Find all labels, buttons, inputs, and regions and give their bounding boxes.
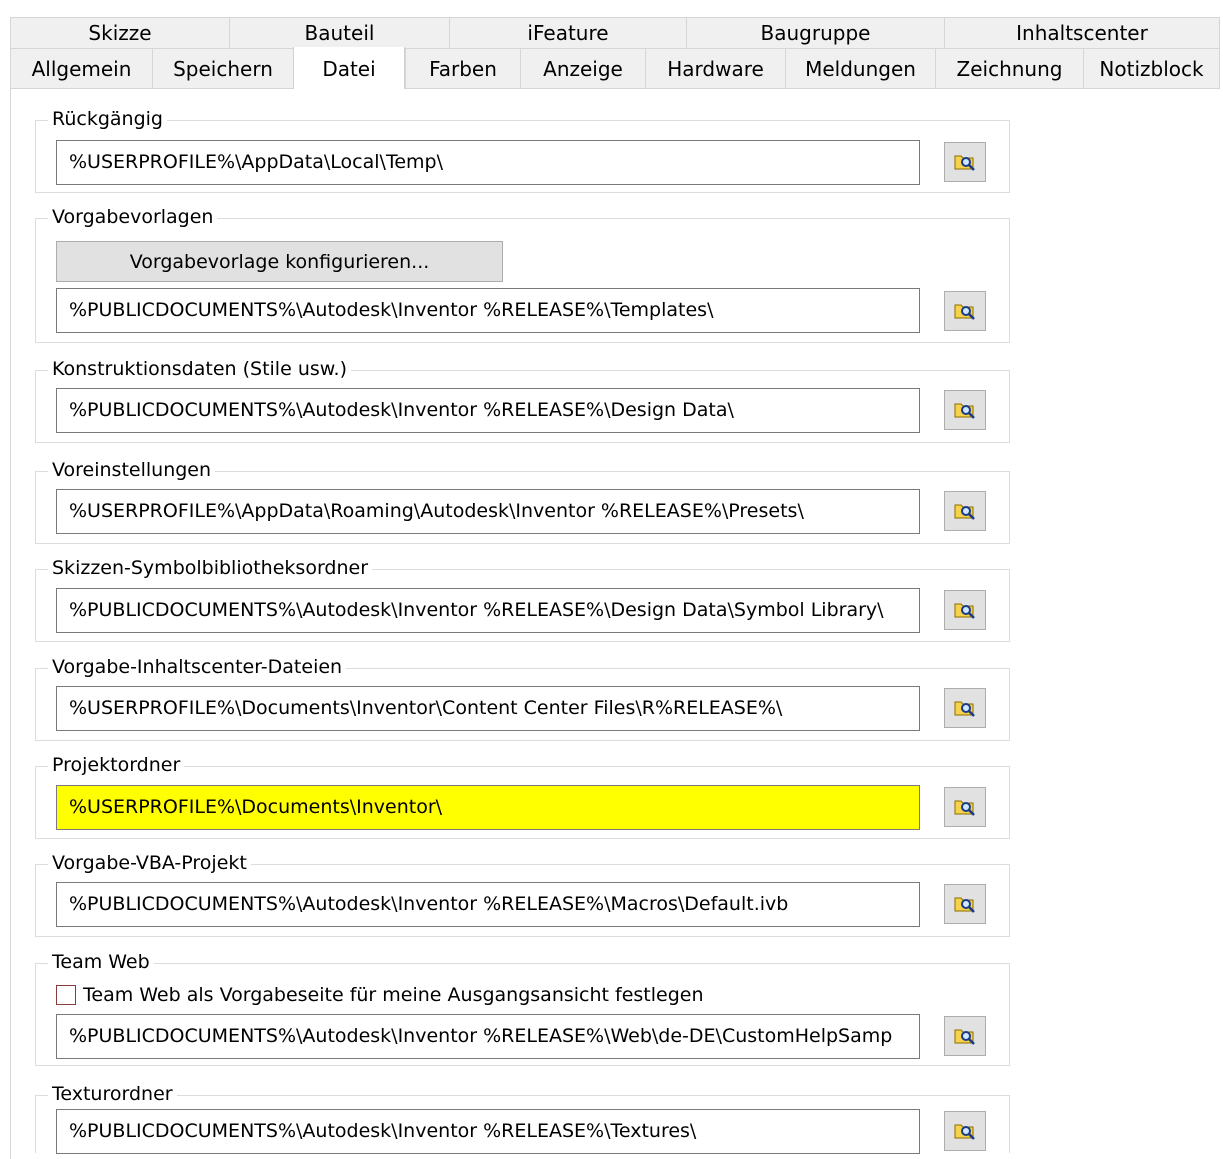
browse-folder-icon [954,304,975,320]
presets-path-field[interactable]: %USERPROFILE%\AppData\Roaming\Autodesk\I… [56,489,920,534]
browse-folder-icon [954,603,975,619]
group-symbol-library: Skizzen-Symbolbibliotheksordner %PUBLICD… [35,555,1010,642]
vba-browse-button[interactable] [944,884,986,924]
group-design-data-label: Konstruktionsdaten (Stile usw.) [48,356,352,382]
tab-allgemein[interactable]: Allgemein [10,49,152,89]
group-templates-label: Vorgabevorlagen [48,204,218,230]
tab-notizblock[interactable]: Notizblock [1083,49,1220,89]
tab-bauteil[interactable]: Bauteil [229,17,449,49]
team-web-browse-button[interactable] [944,1016,986,1056]
group-content-center: Vorgabe-Inhaltscenter-Dateien %USERPROFI… [35,654,1010,741]
design-data-browse-button[interactable] [944,390,986,430]
group-presets: Voreinstellungen %USERPROFILE%\AppData\R… [35,457,1010,544]
content-center-path-field[interactable]: %USERPROFILE%\Documents\Inventor\Content… [56,686,920,731]
tab-farben[interactable]: Farben [405,49,520,89]
symbol-library-path-field[interactable]: %PUBLICDOCUMENTS%\Autodesk\Inventor %REL… [56,588,920,633]
group-team-web: Team Web Team Web als Vorgabeseite für m… [35,949,1010,1066]
group-textures-label: Texturordner [48,1081,177,1107]
browse-folder-icon [954,800,975,816]
vba-path-field[interactable]: %PUBLICDOCUMENTS%\Autodesk\Inventor %REL… [56,882,920,927]
tab-speichern[interactable]: Speichern [152,49,293,89]
browse-folder-icon [954,897,975,913]
team-web-checkbox[interactable] [56,985,76,1005]
group-undo: Rückgängig %USERPROFILE%\AppData\Local\T… [35,106,1010,193]
project-browse-button[interactable] [944,787,986,827]
tab-meldungen[interactable]: Meldungen [785,49,935,89]
team-web-checkbox-label: Team Web als Vorgabeseite für meine Ausg… [83,984,704,1006]
group-design-data: Konstruktionsdaten (Stile usw.) %PUBLICD… [35,356,1010,443]
content-center-browse-button[interactable] [944,688,986,728]
team-web-path-field[interactable]: %PUBLICDOCUMENTS%\Autodesk\Inventor %REL… [56,1014,920,1059]
group-textures: Texturordner %PUBLICDOCUMENTS%\Autodesk\… [35,1081,1010,1154]
tab-zeichnung[interactable]: Zeichnung [935,49,1083,89]
undo-path-field[interactable]: %USERPROFILE%\AppData\Local\Temp\ [56,140,920,185]
group-presets-label: Voreinstellungen [48,457,216,483]
group-team-web-label: Team Web [48,949,154,975]
group-project-label: Projektordner [48,752,185,778]
tab-anzeige[interactable]: Anzeige [520,49,645,89]
tab-inhaltscenter[interactable]: Inhaltscenter [944,17,1220,49]
tab-row-bottom: Allgemein Speichern Datei Farben Anzeige… [10,47,1220,91]
browse-folder-icon [954,701,975,717]
group-vba-label: Vorgabe-VBA-Projekt [48,850,251,876]
group-content-center-label: Vorgabe-Inhaltscenter-Dateien [48,654,347,680]
design-data-path-field[interactable]: %PUBLICDOCUMENTS%\Autodesk\Inventor %REL… [56,388,920,433]
group-undo-label: Rückgängig [48,106,167,132]
templates-path-field[interactable]: %PUBLICDOCUMENTS%\Autodesk\Inventor %REL… [56,288,920,333]
browse-folder-icon [954,1124,975,1140]
group-vba: Vorgabe-VBA-Projekt %PUBLICDOCUMENTS%\Au… [35,850,1010,937]
team-web-checkbox-row[interactable]: Team Web als Vorgabeseite für meine Ausg… [56,982,704,1008]
textures-browse-button[interactable] [944,1111,986,1151]
browse-folder-icon [954,403,975,419]
configure-template-button[interactable]: Vorgabevorlage konfigurieren... [56,241,503,282]
presets-browse-button[interactable] [944,491,986,531]
textures-path-field[interactable]: %PUBLICDOCUMENTS%\Autodesk\Inventor %REL… [56,1109,920,1154]
group-symbol-library-label: Skizzen-Symbolbibliotheksordner [48,555,373,581]
tab-hardware[interactable]: Hardware [645,49,785,89]
project-path-field[interactable]: %USERPROFILE%\Documents\Inventor\ [56,785,920,830]
undo-browse-button[interactable] [944,142,986,182]
tab-skizze[interactable]: Skizze [10,17,229,49]
templates-browse-button[interactable] [944,291,986,331]
browse-folder-icon [954,1029,975,1045]
symbol-library-browse-button[interactable] [944,590,986,630]
tab-baugruppe[interactable]: Baugruppe [686,17,944,49]
group-templates: Vorgabevorlagen Vorgabevorlage konfiguri… [35,204,1010,343]
browse-folder-icon [954,155,975,171]
tab-row-top: Skizze Bauteil iFeature Baugruppe Inhalt… [10,17,1220,49]
browse-folder-icon [954,504,975,520]
group-project: Projektordner %USERPROFILE%\Documents\In… [35,752,1010,839]
tab-datei[interactable]: Datei [293,47,405,91]
tab-ifeature[interactable]: iFeature [449,17,686,49]
